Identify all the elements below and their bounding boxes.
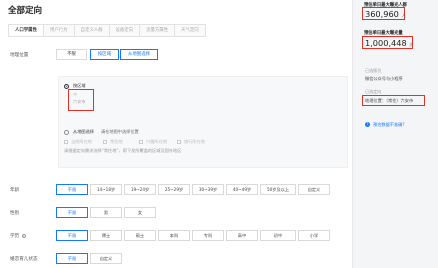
estimate-sidebar: 预估单日最大曝光人群 360,960 人 预估单日最大曝光量 1,000,448… bbox=[352, 0, 438, 268]
parental-option-unlimited[interactable]: 不限 bbox=[56, 253, 88, 264]
target-option-current: 当前所在地 bbox=[71, 139, 92, 144]
max-exposure-unit: 人 bbox=[401, 13, 406, 18]
education-option-middle-school[interactable]: 初中 bbox=[260, 230, 296, 241]
target-option-resident: 常住地 bbox=[110, 139, 123, 144]
education-label-text: 学历 bbox=[10, 234, 20, 239]
education-option-master[interactable]: 硕士 bbox=[124, 230, 156, 241]
age-option-custom[interactable]: 自定义 bbox=[298, 184, 330, 195]
geo-hint-text: 请根据定向需求选择“常住地”，帮下发所覆盖的区域及国外地区 bbox=[64, 148, 182, 153]
info-icon: i bbox=[21, 234, 26, 238]
age-option-14-18[interactable]: 14~18岁 bbox=[90, 184, 122, 195]
region-highlight-box bbox=[68, 89, 94, 111]
max-impressions-number: 1,000,448 bbox=[365, 38, 407, 48]
target-checkbox-current[interactable] bbox=[64, 140, 68, 144]
tab-weather[interactable]: 天气定向 bbox=[175, 25, 205, 36]
education-option-unlimited[interactable]: 不限 bbox=[56, 230, 88, 241]
from-map-label: 从地图选择 bbox=[73, 129, 94, 134]
education-option-primary[interactable]: 小学 bbox=[298, 230, 330, 241]
max-impressions-value: 1,000,448 次 bbox=[365, 38, 413, 48]
age-option-50-plus[interactable]: 50岁及以上 bbox=[260, 184, 296, 195]
targeting-main-panel: 全部定向 人口学属性 用户行为 自定义人群 设备定向 流量方属性 天气定向 地理… bbox=[0, 0, 349, 268]
gender-option-female[interactable]: 女 bbox=[124, 207, 156, 218]
education-option-high-school[interactable]: 高中 bbox=[226, 230, 258, 241]
tab-device[interactable]: 设备定向 bbox=[109, 25, 141, 36]
geo-option-from-map[interactable]: 从地图选择 bbox=[120, 49, 158, 60]
placement-label: 已选版位 bbox=[365, 68, 382, 73]
geo-label: 地理位置 bbox=[10, 53, 29, 58]
target-option-interest: 兴趣所在地 bbox=[146, 139, 167, 144]
page-title: 全部定向 bbox=[8, 6, 43, 16]
age-option-unlimited[interactable]: 不限 bbox=[56, 184, 88, 195]
targeting-tabs: 人口学属性 用户行为 自定义人群 设备定向 流量方属性 天气定向 bbox=[8, 24, 206, 37]
age-option-40-49[interactable]: 40~49岁 bbox=[226, 184, 258, 195]
target-checkbox-travel[interactable] bbox=[177, 140, 181, 144]
tab-traffic-attribute[interactable]: 流量方属性 bbox=[140, 25, 176, 36]
max-exposure-number: 360,960 bbox=[365, 9, 399, 19]
education-option-college[interactable]: 专科 bbox=[192, 230, 224, 241]
education-label: 学历 i bbox=[10, 233, 26, 239]
education-option-bachelor[interactable]: 本科 bbox=[158, 230, 190, 241]
max-exposure-value: 360,960 人 bbox=[365, 9, 406, 19]
from-map-hint: 请在地图中选择位置 bbox=[101, 129, 139, 134]
gender-option-unlimited[interactable]: 不限 bbox=[56, 207, 88, 218]
geo-option-by-region[interactable]: 按区域 bbox=[90, 49, 119, 60]
tab-custom-audience[interactable]: 自定义人群 bbox=[74, 25, 110, 36]
target-checkbox-resident[interactable] bbox=[103, 140, 107, 144]
feedback-link[interactable]: 预估数据不准确? bbox=[373, 122, 405, 128]
geo-region-panel: 按区域 中 六安市 从地图选择 请在地图中选择位置 当前所在地 常住地 兴趣所在… bbox=[58, 76, 348, 168]
gender-option-male[interactable]: 男 bbox=[90, 207, 122, 218]
targeting-value: 地理位置：（常住）六安市 bbox=[365, 98, 414, 103]
age-label: 年龄 bbox=[10, 188, 20, 193]
target-checkbox-interest[interactable] bbox=[139, 140, 143, 144]
parental-status-label: 婚恋育儿状态 bbox=[10, 257, 38, 262]
from-map-radio[interactable] bbox=[64, 130, 69, 135]
education-option-doctorate[interactable]: 博士 bbox=[90, 230, 122, 241]
max-impressions-unit: 次 bbox=[409, 42, 414, 47]
parental-option-custom[interactable]: 自定义 bbox=[90, 253, 122, 264]
geo-option-unlimited[interactable]: 不限 bbox=[56, 49, 87, 60]
tab-demographics[interactable]: 人口学属性 bbox=[9, 25, 44, 36]
tab-user-behavior[interactable]: 用户行为 bbox=[43, 25, 75, 36]
target-option-travel: 旅行所在地 bbox=[184, 139, 205, 144]
age-option-25-29[interactable]: 25~29岁 bbox=[158, 184, 190, 195]
placement-value: 微信公众号与小程序 bbox=[365, 76, 403, 81]
age-option-19-24[interactable]: 19~24岁 bbox=[124, 184, 156, 195]
gender-label: 性别 bbox=[10, 211, 20, 216]
age-option-30-39[interactable]: 30~39岁 bbox=[192, 184, 224, 195]
question-icon: ? bbox=[365, 122, 370, 127]
